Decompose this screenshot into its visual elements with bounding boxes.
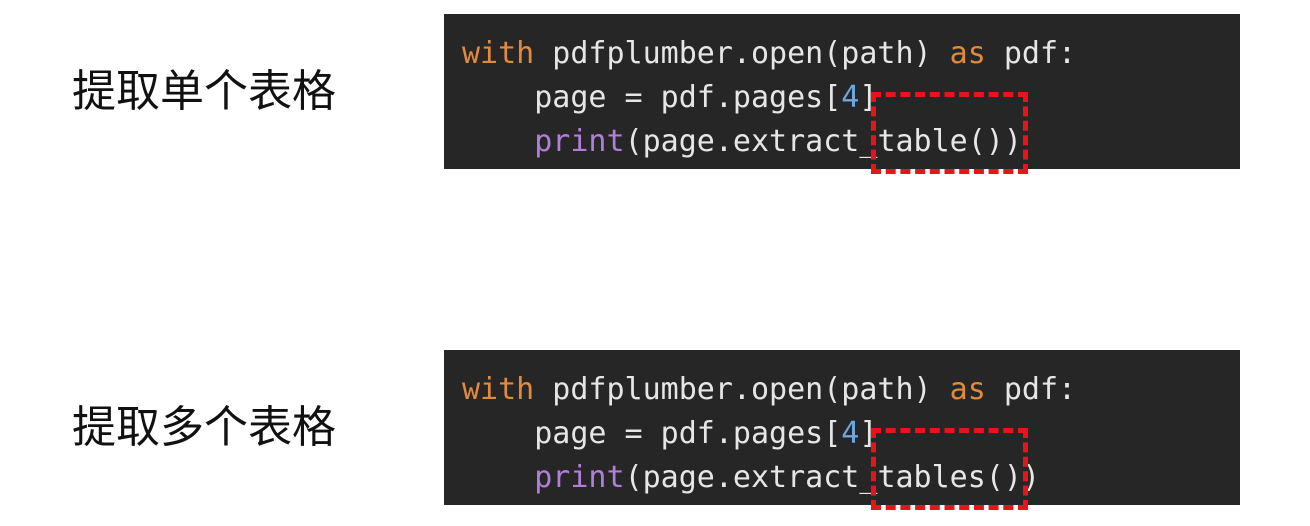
code-number: 4 — [841, 80, 860, 115]
code-text: page = pdf.pages[ — [462, 416, 842, 451]
code-line: print(page.extract_table()) — [462, 92, 1240, 174]
code-line: print(page.extract_tables()) — [462, 428, 1240, 510]
code-text: pdf: — [985, 36, 1077, 71]
code-keyword: with — [462, 372, 535, 407]
code-text: pdfplumber.open(path) — [534, 36, 950, 71]
code-line: with pdfplumber.open(path) as pdf: — [462, 368, 1240, 412]
code-line: with pdfplumber.open(path) as pdf: — [462, 32, 1240, 76]
code-block-single-table: with pdfplumber.open(path) as pdf: page … — [444, 14, 1240, 174]
code-text: ] — [859, 80, 878, 115]
code-keyword: as — [949, 372, 986, 407]
code-text: ) — [1021, 460, 1040, 495]
code-line: page = pdf.pages[4] — [462, 76, 1240, 120]
code-text: (page.extract_ — [624, 124, 878, 159]
code-text: ] — [859, 416, 878, 451]
code-block-multiple-tables: with pdfplumber.open(path) as pdf: page … — [444, 350, 1240, 510]
highlighted-code: table()) — [871, 92, 1028, 174]
section-label-multiple-tables: 提取多个表格 — [72, 402, 336, 453]
code-keyword: with — [462, 36, 535, 71]
code-function: print — [534, 124, 625, 159]
code-text: (page.extract_ — [624, 460, 878, 495]
section-label-single-table: 提取单个表格 — [72, 66, 336, 117]
code-text: pdfplumber.open(path) — [534, 372, 950, 407]
code-keyword: as — [949, 36, 986, 71]
code-function: print — [534, 460, 625, 495]
highlighted-text: tables() — [877, 460, 1022, 495]
code-number: 4 — [841, 416, 860, 451]
code-line: page = pdf.pages[4] — [462, 412, 1240, 456]
highlighted-code: tables() — [871, 428, 1028, 510]
code-text: page = pdf.pages[ — [462, 80, 842, 115]
code-text: pdf: — [985, 372, 1077, 407]
highlighted-text: table()) — [877, 124, 1022, 159]
